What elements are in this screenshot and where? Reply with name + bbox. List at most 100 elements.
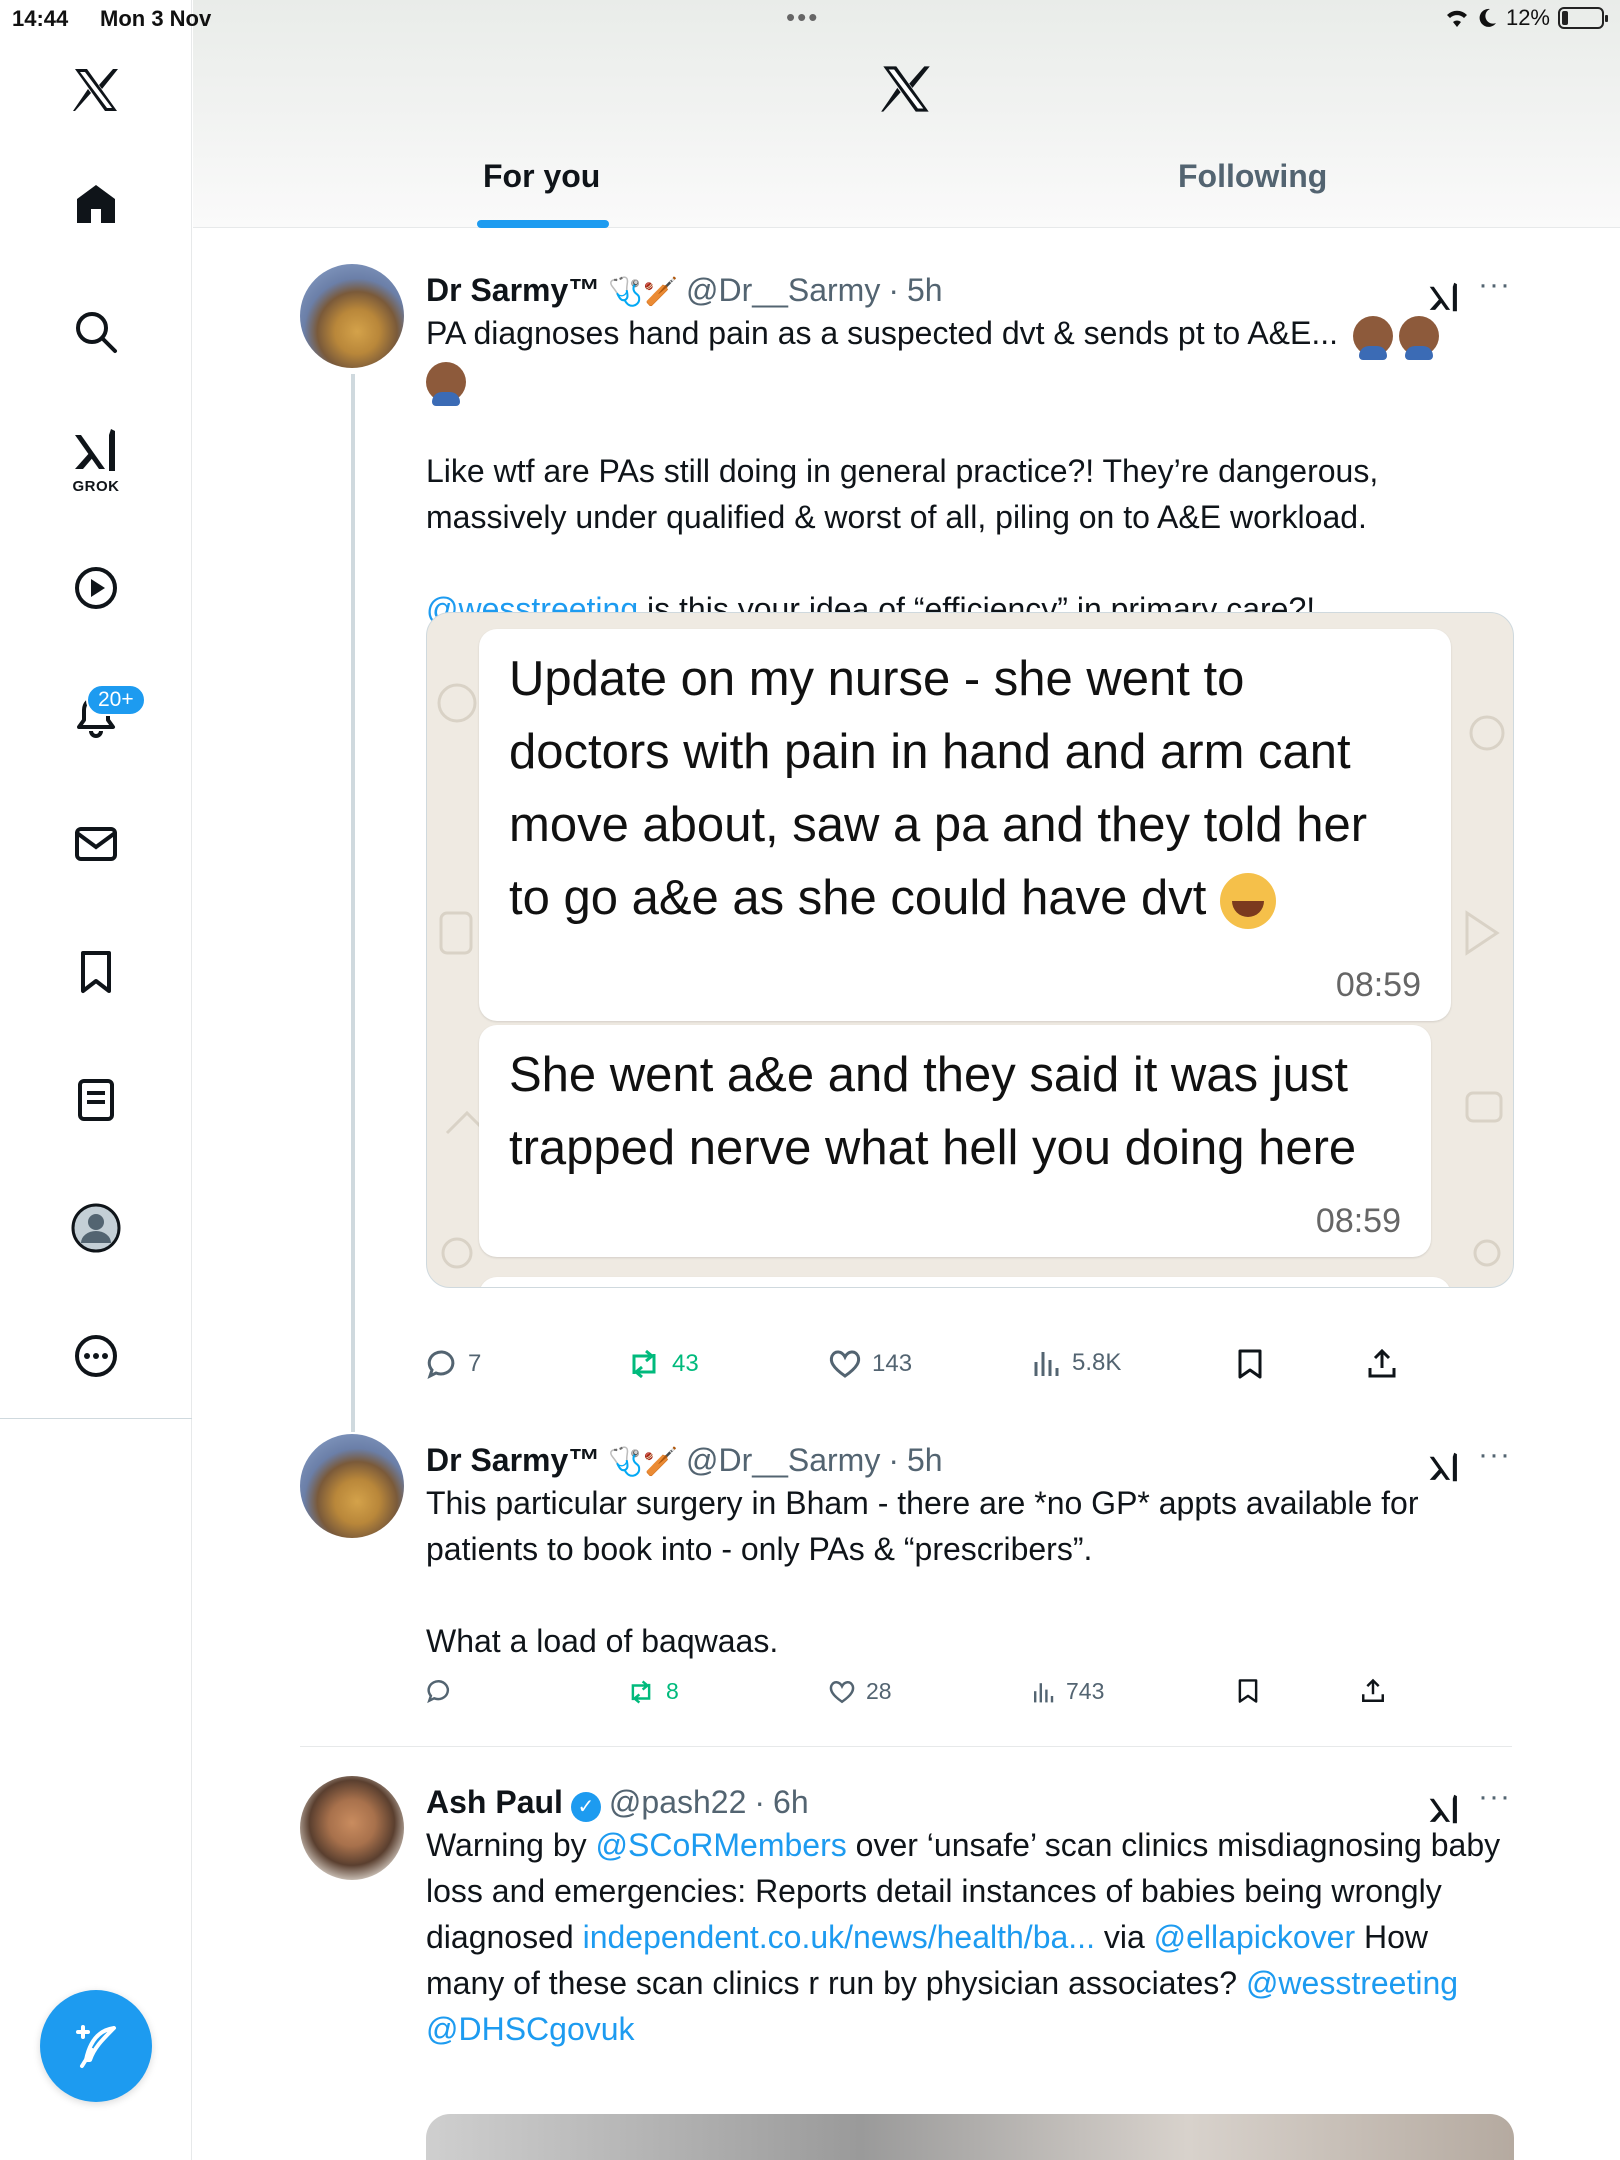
profile-icon[interactable] — [66, 1198, 126, 1258]
grok-icon[interactable] — [66, 420, 126, 480]
tab-for-you[interactable]: For you — [483, 158, 600, 195]
post-text-segment: via — [1094, 1919, 1154, 1955]
view-count: 5.8K — [1072, 1349, 1122, 1376]
reply-count: 7 — [468, 1350, 482, 1377]
post-actions: 8 28 743 — [426, 1678, 1426, 1718]
avatar[interactable] — [300, 1434, 404, 1538]
battery-percent: 12% — [1505, 5, 1550, 30]
author-name[interactable]: Dr Sarmy™ — [426, 272, 600, 309]
mention-link[interactable]: @wesstreeting — [1246, 1965, 1458, 2001]
tab-following[interactable]: Following — [1178, 158, 1327, 195]
x-logo-icon[interactable] — [66, 60, 126, 120]
analytics-icon — [1034, 1682, 1054, 1702]
media-image[interactable]: Update on my nurse - she went to doctors… — [426, 612, 1514, 1288]
post-text-paragraph: This particular surgery in Bham - there … — [426, 1485, 1419, 1567]
repost-button[interactable]: 8 — [626, 1678, 679, 1705]
post-meta: Ash Paul ✓ @pash22 · 6h — [426, 1784, 809, 1822]
post-time[interactable]: 5h — [907, 1442, 943, 1479]
multitasking-dots-icon[interactable]: ••• — [786, 2, 819, 33]
author-emoji: 🩺🏏 — [608, 1446, 679, 1477]
x-header-logo-icon[interactable] — [879, 62, 933, 121]
sidebar-divider — [0, 1418, 192, 1419]
search-icon[interactable] — [66, 302, 126, 362]
url-link[interactable]: independent.co.uk/news/health/ba... — [583, 1919, 1095, 1955]
post-text: PA diagnoses hand pain as a suspected dv… — [426, 310, 1506, 406]
compose-feather-icon — [76, 2025, 116, 2068]
author-name[interactable]: Ash Paul — [426, 1784, 563, 1821]
more-options-icon[interactable]: ··· — [1478, 268, 1511, 302]
link-card-image[interactable] — [426, 2114, 1514, 2160]
author-handle[interactable]: @Dr__Sarmy — [686, 272, 880, 309]
view-count: 743 — [1066, 1678, 1105, 1704]
share-icon — [1368, 1348, 1396, 1378]
post-text-paragraph: What a load of baqwaas. — [426, 1623, 779, 1659]
video-icon[interactable] — [66, 558, 126, 618]
views-button[interactable]: 743 — [1032, 1678, 1104, 1705]
repost-count: 43 — [672, 1350, 699, 1377]
post-meta: Dr Sarmy™ 🩺🏏 @Dr__Sarmy · 5h — [426, 1442, 943, 1479]
reply-icon — [427, 1680, 449, 1704]
meta-separator: · — [888, 1442, 899, 1478]
author-name[interactable]: Dr Sarmy™ — [426, 1442, 600, 1479]
post[interactable]: Dr Sarmy™ 🩺🏏 @Dr__Sarmy · 5h ··· This pa… — [300, 1432, 1512, 1732]
author-handle[interactable]: @pash22 — [609, 1784, 746, 1821]
heart-icon — [829, 1350, 861, 1378]
laughing-emoji-icon — [1220, 873, 1276, 930]
like-button[interactable]: 143 — [828, 1348, 912, 1380]
mention-link[interactable]: @ellapickover — [1154, 1919, 1355, 1955]
post[interactable]: Dr Sarmy™ 🩺🏏 @Dr__Sarmy · 5h ··· PA diag… — [300, 262, 1514, 1379]
more-icon[interactable] — [66, 1326, 126, 1386]
like-count: 28 — [866, 1678, 892, 1704]
reply-button[interactable] — [426, 1678, 462, 1704]
home-icon[interactable] — [66, 174, 126, 234]
reply-button[interactable]: 7 — [426, 1348, 481, 1380]
active-tab-indicator — [477, 220, 609, 228]
mention-link[interactable]: @SCoRMembers — [596, 1827, 847, 1863]
post[interactable]: Ash Paul ✓ @pash22 · 6h ··· Warning by @… — [300, 1774, 1512, 2154]
sidebar: GROK 20+ — [0, 0, 192, 2160]
notification-badge: 20+ — [86, 684, 146, 716]
status-time: 14:44 — [12, 6, 69, 31]
facepalm-emoji-icon — [1398, 315, 1439, 360]
facepalm-emoji-icon — [1352, 315, 1393, 360]
heart-icon — [829, 1680, 855, 1703]
compose-button[interactable] — [40, 1990, 152, 2102]
share-button[interactable] — [1360, 1678, 1386, 1704]
repost-button[interactable]: 43 — [626, 1348, 699, 1380]
more-options-icon[interactable]: ··· — [1478, 1780, 1511, 1814]
messages-icon[interactable] — [66, 814, 126, 874]
chat-timestamp: 08:59 — [1315, 1202, 1401, 1240]
chat-bubble: Update on my nurse - she went to doctors… — [479, 629, 1451, 1021]
avatar[interactable] — [300, 264, 404, 368]
avatar[interactable] — [300, 1776, 404, 1880]
verified-badge-icon: ✓ — [570, 1792, 601, 1822]
post-text-line: PA diagnoses hand pain as a suspected dv… — [426, 315, 1339, 351]
bookmark-button[interactable] — [1236, 1348, 1264, 1380]
like-count: 143 — [872, 1350, 913, 1377]
lists-icon[interactable] — [66, 1070, 126, 1130]
post-time[interactable]: 5h — [907, 272, 943, 309]
reply-icon — [427, 1350, 455, 1379]
share-icon — [1362, 1678, 1384, 1702]
chat-message: She went a&e and they said it was just t… — [509, 1048, 1357, 1175]
bookmark-button[interactable] — [1236, 1678, 1260, 1704]
chat-message: Update on my nurse - she went to doctors… — [509, 643, 1409, 935]
meta-separator: · — [888, 272, 899, 308]
mention-link[interactable]: @DHSCgovuk — [426, 2011, 635, 2047]
wifi-icon — [1446, 10, 1467, 27]
post-text-paragraph: Like wtf are PAs still doing in general … — [426, 453, 1379, 535]
more-options-icon[interactable]: ··· — [1478, 1438, 1511, 1472]
post-time[interactable]: 6h — [773, 1784, 809, 1821]
post-divider — [300, 1746, 1512, 1747]
bookmarks-icon[interactable] — [66, 942, 126, 1002]
like-button[interactable]: 28 — [828, 1678, 892, 1705]
bookmark-icon — [1238, 1679, 1258, 1703]
chat-bubble-partial — [479, 1277, 1451, 1287]
share-button[interactable] — [1366, 1348, 1398, 1380]
post-text: Warning by @SCoRMembers over ‘unsafe’ sc… — [426, 1822, 1506, 2052]
views-button[interactable]: 5.8K — [1032, 1348, 1121, 1378]
status-date: Mon 3 Nov — [100, 6, 212, 31]
repost-icon — [631, 1680, 651, 1703]
author-handle[interactable]: @Dr__Sarmy — [686, 1442, 880, 1479]
grok-label: GROK — [72, 478, 120, 495]
